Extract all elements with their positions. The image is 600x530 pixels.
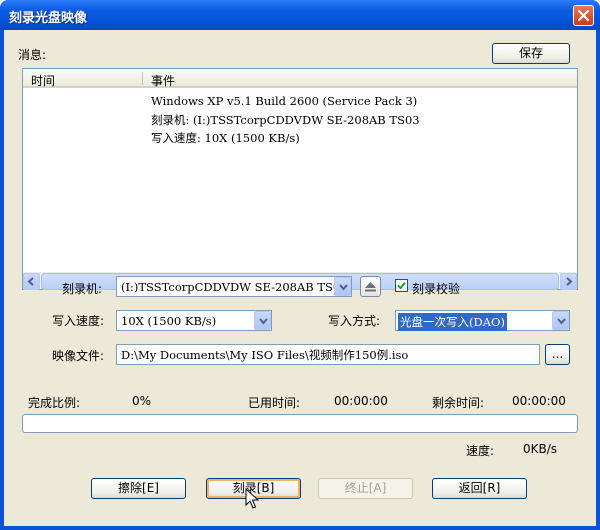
column-divider[interactable] xyxy=(142,72,143,85)
chevron-down-icon xyxy=(259,318,268,325)
dialog-body: 消息: 保存 时间 事件 Windows XP v5.1 Build 2600 … xyxy=(4,30,596,526)
verify-checkbox[interactable] xyxy=(395,279,408,292)
checkmark-icon xyxy=(397,281,406,290)
messages-list[interactable]: 时间 事件 Windows XP v5.1 Build 2600 (Servic… xyxy=(22,68,578,290)
burner-dropdown-button[interactable] xyxy=(334,277,351,296)
chevron-down-icon xyxy=(557,318,566,325)
write-mode-label: 写入方式: xyxy=(328,314,381,328)
verify-label[interactable]: 刻录校验 xyxy=(412,280,460,297)
burner-value: (I:)TSSTcorpCDDVDW SE-208AB TS03 xyxy=(121,280,348,294)
stop-button[interactable]: 终止[A] xyxy=(318,478,413,499)
complete-value: 0% xyxy=(132,394,152,408)
remaining-label: 剩余时间: xyxy=(432,396,485,410)
column-event[interactable]: 事件 xyxy=(151,72,175,89)
scroll-left-button[interactable] xyxy=(23,273,40,290)
column-time[interactable]: 时间 xyxy=(31,72,55,89)
list-header: 时间 事件 xyxy=(23,69,577,88)
burner-label: 刻录机: xyxy=(62,282,103,296)
image-file-input[interactable] xyxy=(117,345,539,364)
title-bar[interactable]: 刻录光盘映像 xyxy=(0,0,600,30)
elapsed-value: 00:00:00 xyxy=(334,394,388,408)
arrow-right-icon xyxy=(566,277,573,286)
list-item: 刻录机: (I:)TSSTcorpCDDVDW SE-208AB TS03 xyxy=(151,113,420,127)
speed-dropdown-button[interactable] xyxy=(254,311,271,330)
eject-button[interactable] xyxy=(360,276,381,297)
speed-label: 写入速度: xyxy=(52,314,105,328)
elapsed-label: 已用时间: xyxy=(248,396,301,410)
scroll-right-button[interactable] xyxy=(560,273,577,290)
write-mode-select[interactable]: 光盘一次写入(DAO) xyxy=(395,310,570,331)
list-item: Windows XP v5.1 Build 2600 (Service Pack… xyxy=(151,94,418,108)
erase-button[interactable]: 擦除[E] xyxy=(91,478,186,499)
eject-icon xyxy=(365,282,376,292)
remaining-value: 00:00:00 xyxy=(512,394,566,408)
messages-label: 消息: xyxy=(18,48,47,62)
save-button[interactable]: 保存 xyxy=(492,43,570,64)
progress-bar xyxy=(22,414,578,433)
write-mode-value: 光盘一次写入(DAO) xyxy=(398,313,507,331)
close-icon xyxy=(578,10,589,21)
close-button[interactable] xyxy=(573,5,594,26)
window-title: 刻录光盘映像 xyxy=(9,11,88,26)
chevron-down-icon xyxy=(339,284,348,291)
burn-disc-image-window: 刻录光盘映像 消息: 保存 时间 事件 Windows XP v5.1 Buil… xyxy=(0,0,600,530)
burner-select[interactable]: (I:)TSSTcorpCDDVDW SE-208AB TS03 xyxy=(116,276,352,297)
speed-value: 10X (1500 KB/s) xyxy=(121,314,217,328)
image-file-label: 映像文件: xyxy=(52,349,105,363)
arrow-left-icon xyxy=(27,277,34,286)
back-button[interactable]: 返回[R] xyxy=(432,478,527,499)
mouse-cursor-icon xyxy=(245,488,259,509)
speed-status-label: 速度: xyxy=(466,444,495,458)
write-mode-dropdown-button[interactable] xyxy=(552,311,569,330)
browse-button[interactable]: ... xyxy=(545,344,570,365)
complete-label: 完成比例: xyxy=(28,396,81,410)
list-item: 写入速度: 10X (1500 KB/s) xyxy=(151,131,300,145)
speed-select[interactable]: 10X (1500 KB/s) xyxy=(116,310,272,331)
speed-status-value: 0KB/s xyxy=(523,442,558,456)
image-file-field[interactable] xyxy=(116,344,540,365)
